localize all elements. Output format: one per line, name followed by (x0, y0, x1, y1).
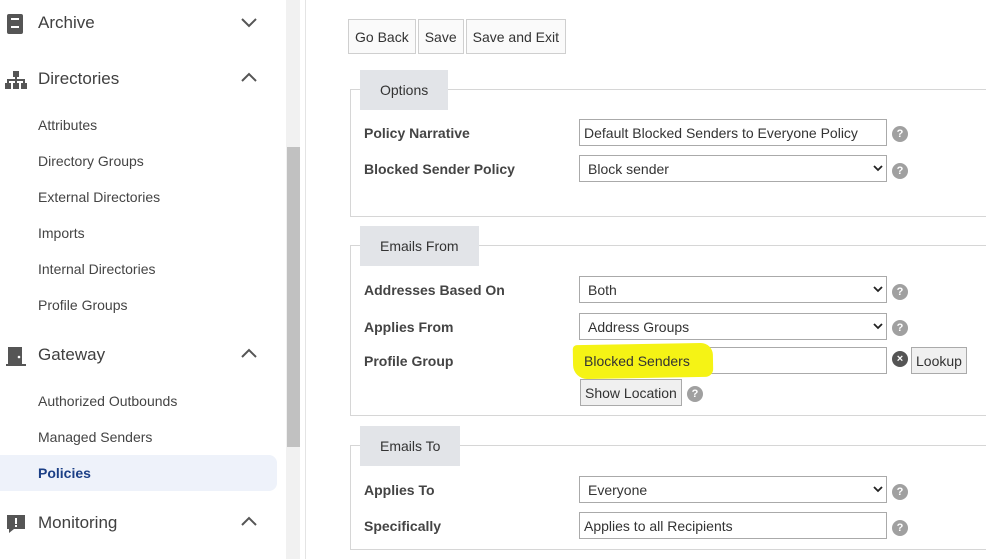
select-value: Address Groups (588, 318, 690, 335)
sitemap-icon (5, 71, 27, 89)
sidebar-section-monitoring[interactable]: Monitoring (0, 503, 286, 543)
sidebar-item-directory-groups[interactable]: Directory Groups (0, 143, 277, 179)
chevron-down-icon (873, 323, 883, 330)
sidebar-item-policies[interactable]: Policies (0, 455, 277, 491)
help-icon[interactable]: ? (892, 484, 908, 500)
sidebar-scrollbar-thumb[interactable] (287, 147, 300, 447)
select-value: Both (588, 281, 617, 298)
sidebar-item-profile-groups[interactable]: Profile Groups (0, 287, 277, 323)
go-back-button[interactable]: Go Back (348, 19, 416, 54)
sidebar-section-directories[interactable]: Directories (0, 59, 286, 99)
help-icon[interactable]: ? (892, 520, 908, 536)
sidebar-item-imports[interactable]: Imports (0, 215, 277, 251)
sidebar: Archive Directories Attributes Directory… (0, 0, 286, 559)
blocked-sender-policy-label: Blocked Sender Policy (364, 161, 515, 177)
chevron-down-icon (873, 286, 883, 293)
tab-options: Options (360, 70, 449, 110)
divider (305, 0, 306, 559)
chevron-down-icon (873, 486, 883, 493)
specifically-label: Specifically (364, 518, 442, 534)
applies-from-select[interactable]: Address Groups (579, 313, 887, 340)
blocked-sender-policy-select[interactable]: Block sender (579, 155, 887, 182)
tab-emails-to: Emails To (360, 426, 461, 466)
sidebar-item-authorized-outbounds[interactable]: Authorized Outbounds (0, 383, 277, 419)
chevron-up-icon[interactable] (240, 347, 258, 361)
app-root: Archive Directories Attributes Directory… (0, 0, 986, 559)
specifically-input[interactable]: Applies to all Recipients (579, 512, 887, 539)
save-and-exit-button[interactable]: Save and Exit (465, 19, 567, 54)
sidebar-item-internal-directories[interactable]: Internal Directories (0, 251, 277, 287)
door-icon (6, 347, 26, 366)
select-value: Everyone (588, 481, 648, 498)
profile-group-label: Profile Group (364, 353, 454, 369)
applies-to-select[interactable]: Everyone (579, 476, 887, 503)
help-icon[interactable]: ? (892, 163, 908, 179)
chevron-down-icon[interactable] (240, 15, 258, 29)
sidebar-section-label: Directories (38, 69, 120, 88)
clear-icon[interactable]: × (892, 351, 908, 367)
sidebar-item-managed-senders[interactable]: Managed Senders (0, 419, 277, 455)
sidebar-section-label: Archive (38, 13, 95, 32)
help-icon[interactable]: ? (892, 126, 908, 142)
policy-narrative-input[interactable]: Default Blocked Senders to Everyone Poli… (579, 119, 887, 146)
toolbar: Go Back Save Save and Exit (348, 19, 568, 54)
addresses-based-on-select[interactable]: Both (579, 276, 887, 303)
archive-icon (7, 14, 23, 34)
chevron-down-icon (873, 165, 883, 172)
select-value: Block sender (588, 160, 669, 177)
chevron-up-icon[interactable] (240, 515, 258, 529)
profile-group-value: Blocked Senders (584, 352, 690, 369)
addresses-based-on-label: Addresses Based On (364, 282, 505, 298)
applies-to-label: Applies To (364, 482, 435, 498)
save-button[interactable]: Save (417, 19, 464, 54)
alert-icon (7, 515, 25, 533)
sidebar-section-gateway[interactable]: Gateway (0, 335, 286, 375)
applies-from-label: Applies From (364, 319, 454, 335)
help-icon[interactable]: ? (892, 284, 908, 300)
chevron-up-icon[interactable] (240, 71, 258, 85)
policy-narrative-label: Policy Narrative (364, 125, 470, 141)
lookup-button[interactable]: Lookup (911, 347, 967, 374)
tab-emails-from: Emails From (360, 226, 479, 266)
sidebar-item-attributes[interactable]: Attributes (0, 107, 277, 143)
sidebar-section-label: Gateway (38, 345, 106, 364)
sidebar-item-external-directories[interactable]: External Directories (0, 179, 277, 215)
sidebar-section-archive[interactable]: Archive (0, 3, 286, 43)
show-location-button[interactable]: Show Location (580, 379, 682, 406)
sidebar-section-label: Monitoring (38, 513, 118, 532)
help-icon[interactable]: ? (687, 386, 703, 402)
help-icon[interactable]: ? (892, 320, 908, 336)
